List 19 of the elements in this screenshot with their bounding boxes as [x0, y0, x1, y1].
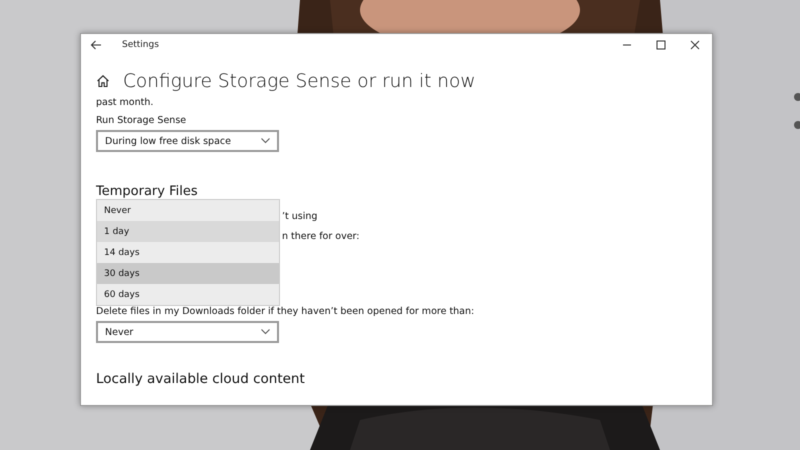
setting-text: n there for over:: [282, 231, 360, 242]
page-title: Configure Storage Sense or run it now: [123, 70, 476, 92]
menu-option[interactable]: 30 days: [97, 263, 279, 284]
chevron-down-icon: [261, 138, 270, 144]
field-label: Run Storage Sense: [96, 115, 188, 126]
setting-text: ’t using: [282, 211, 318, 222]
maximize-icon[interactable]: [656, 40, 666, 50]
section-heading: Locally available cloud content: [96, 371, 306, 387]
field-label: Delete files in my Downloads folder if they haven’t been opened for more than:: [96, 306, 476, 317]
downloads-dropdown[interactable]: Never: [96, 321, 279, 343]
back-arrow-icon[interactable]: [90, 40, 102, 50]
window-title: Settings: [122, 40, 159, 50]
home-icon[interactable]: [96, 74, 110, 88]
menu-option[interactable]: 1 day: [97, 221, 279, 242]
chevron-down-icon: [261, 329, 270, 335]
close-icon[interactable]: [690, 40, 700, 50]
description-text: past month.: [96, 97, 154, 108]
section-heading: Temporary Files: [96, 184, 199, 199]
run-frequency-dropdown[interactable]: During low free disk space: [96, 130, 279, 152]
